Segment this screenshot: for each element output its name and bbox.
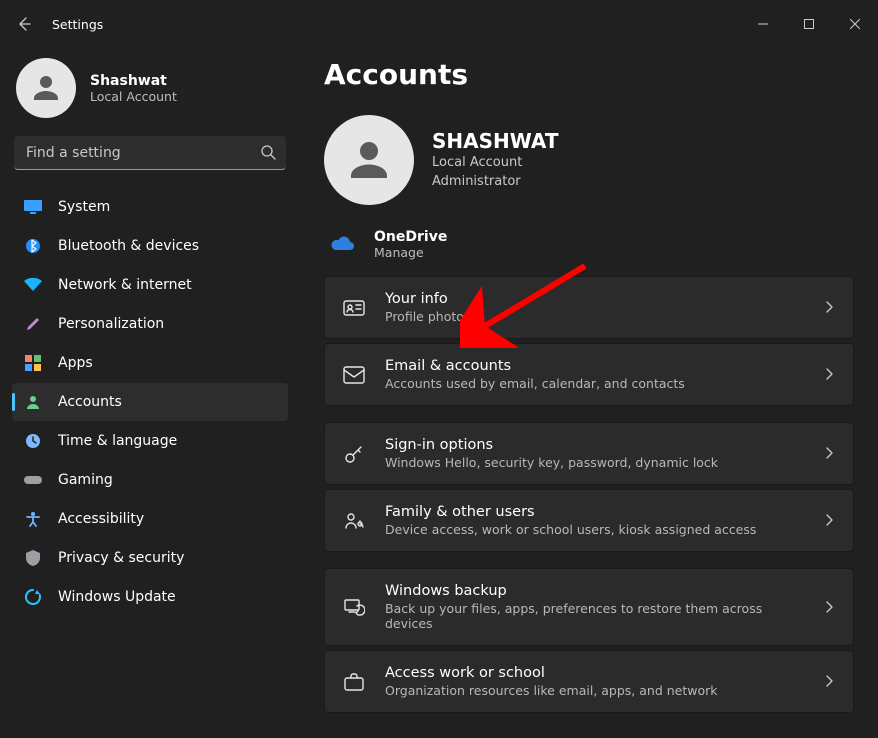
card-title: Access work or school: [385, 665, 803, 681]
key-icon: [343, 443, 365, 465]
account-role: Administrator: [432, 172, 559, 192]
sidebar-item-label: Gaming: [58, 472, 113, 488]
maximize-button[interactable]: [786, 8, 832, 40]
sidebar-item-label: Privacy & security: [58, 550, 184, 566]
card-title: Your info: [385, 291, 803, 307]
update-icon: [24, 588, 42, 606]
card-work-school[interactable]: Access work or school Organization resou…: [324, 650, 854, 713]
card-email[interactable]: Email & accounts Accounts used by email,…: [324, 343, 854, 406]
onedrive-title: OneDrive: [374, 229, 447, 245]
account-header: SHASHWAT Local Account Administrator: [324, 115, 854, 205]
sidebar-item-apps[interactable]: Apps: [12, 344, 288, 382]
settings-card-list: Your info Profile photo Email & accounts…: [324, 276, 854, 713]
sidebar-item-label: System: [58, 199, 110, 215]
minimize-icon: [758, 19, 768, 29]
arrow-left-icon: [16, 16, 32, 32]
brush-icon: [24, 315, 42, 333]
bluetooth-icon: [24, 237, 42, 255]
onedrive-sub: Manage: [374, 245, 447, 260]
chevron-right-icon: [823, 672, 835, 691]
person-card-icon: [343, 297, 365, 319]
title-bar: Settings: [0, 0, 878, 48]
nav-list: System Bluetooth & devices Network & inter…: [12, 188, 288, 616]
chevron-right-icon: [823, 365, 835, 384]
chevron-right-icon: [823, 444, 835, 463]
onedrive-row[interactable]: OneDrive Manage: [324, 223, 854, 276]
card-subtitle: Accounts used by email, calendar, and co…: [385, 376, 803, 391]
close-icon: [850, 19, 860, 29]
clock-icon: [24, 432, 42, 450]
minimize-button[interactable]: [740, 8, 786, 40]
chevron-right-icon: [823, 511, 835, 530]
search-input[interactable]: [14, 136, 286, 170]
search-box[interactable]: [14, 136, 286, 170]
search-icon: [260, 144, 276, 164]
chevron-right-icon: [823, 598, 835, 617]
sidebar-item-label: Network & internet: [58, 277, 192, 293]
card-subtitle: Windows Hello, security key, password, d…: [385, 455, 803, 470]
card-title: Windows backup: [385, 583, 803, 599]
wifi-icon: [24, 276, 42, 294]
chevron-right-icon: [823, 298, 835, 317]
page-title: Accounts: [324, 58, 854, 91]
sidebar-user-sub: Local Account: [90, 89, 177, 104]
sidebar-user-name: Shashwat: [90, 73, 177, 89]
card-family[interactable]: Family & other users Device access, work…: [324, 489, 854, 552]
sidebar-item-network[interactable]: Network & internet: [12, 266, 288, 304]
person-icon: [24, 393, 42, 411]
card-subtitle: Organization resources like email, apps,…: [385, 683, 803, 698]
card-subtitle: Back up your files, apps, preferences to…: [385, 601, 803, 631]
accessibility-icon: [24, 510, 42, 528]
sidebar-item-label: Bluetooth & devices: [58, 238, 199, 254]
sidebar-item-system[interactable]: System: [12, 188, 288, 226]
back-button[interactable]: [0, 0, 48, 48]
sidebar-item-update[interactable]: Windows Update: [12, 578, 288, 616]
onedrive-icon: [330, 235, 356, 255]
close-button[interactable]: [832, 8, 878, 40]
apps-icon: [24, 354, 42, 372]
mail-icon: [343, 364, 365, 386]
sidebar-item-label: Accessibility: [58, 511, 144, 527]
shield-icon: [24, 549, 42, 567]
sidebar-item-label: Time & language: [58, 433, 177, 449]
card-subtitle: Device access, work or school users, kio…: [385, 522, 803, 537]
sidebar-item-bluetooth[interactable]: Bluetooth & devices: [12, 227, 288, 265]
avatar-icon: [16, 58, 76, 118]
card-title: Sign-in options: [385, 437, 803, 453]
card-your-info[interactable]: Your info Profile photo: [324, 276, 854, 339]
window-title: Settings: [52, 17, 103, 32]
briefcase-icon: [343, 671, 365, 693]
card-title: Family & other users: [385, 504, 803, 520]
sidebar-item-time[interactable]: Time & language: [12, 422, 288, 460]
backup-icon: [343, 596, 365, 618]
display-icon: [24, 198, 42, 216]
gamepad-icon: [24, 471, 42, 489]
card-title: Email & accounts: [385, 358, 803, 374]
sidebar-item-label: Personalization: [58, 316, 164, 332]
sidebar-item-personalization[interactable]: Personalization: [12, 305, 288, 343]
card-subtitle: Profile photo: [385, 309, 803, 324]
sidebar-item-accessibility[interactable]: Accessibility: [12, 500, 288, 538]
sidebar-item-accounts[interactable]: Accounts: [12, 383, 288, 421]
main-content: Accounts SHASHWAT Local Account Administ…: [300, 48, 878, 738]
avatar-large-icon: [324, 115, 414, 205]
sidebar-item-privacy[interactable]: Privacy & security: [12, 539, 288, 577]
card-signin[interactable]: Sign-in options Windows Hello, security …: [324, 422, 854, 485]
sidebar-item-label: Windows Update: [58, 589, 176, 605]
maximize-icon: [804, 19, 814, 29]
sidebar-user-block[interactable]: Shashwat Local Account: [12, 58, 288, 132]
card-backup[interactable]: Windows backup Back up your files, apps,…: [324, 568, 854, 646]
sidebar-item-label: Apps: [58, 355, 93, 371]
sidebar-item-label: Accounts: [58, 394, 122, 410]
sidebar-item-gaming[interactable]: Gaming: [12, 461, 288, 499]
sidebar: Shashwat Local Account System Bluetooth &…: [0, 48, 300, 738]
account-type: Local Account: [432, 153, 559, 173]
window-controls: [740, 8, 878, 40]
family-icon: [343, 510, 365, 532]
account-name: SHASHWAT: [432, 129, 559, 153]
